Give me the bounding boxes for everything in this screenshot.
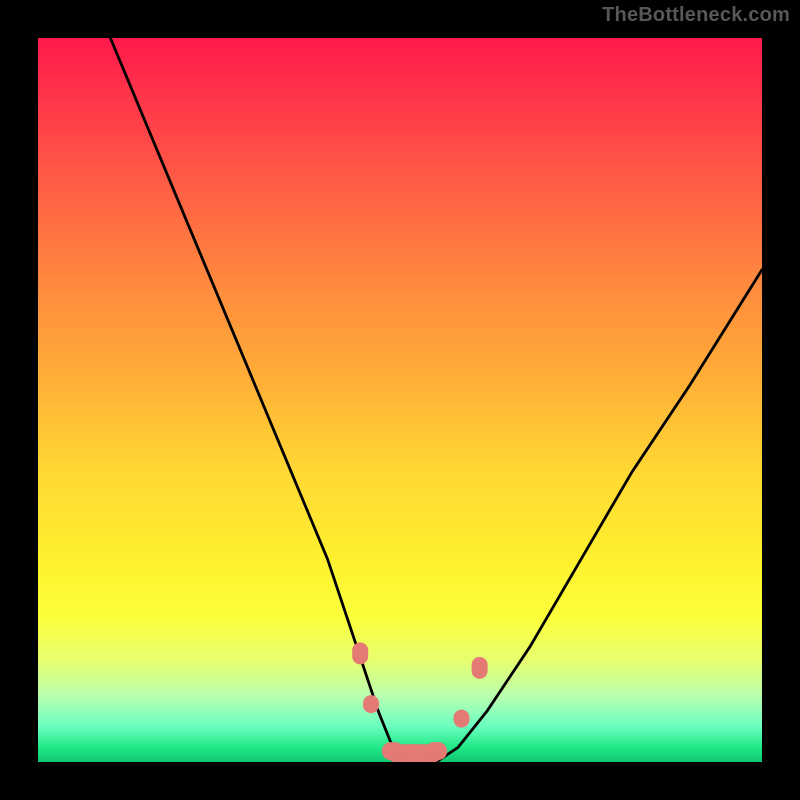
marker-dot bbox=[454, 710, 470, 728]
marker-dot bbox=[404, 744, 426, 762]
curve-path bbox=[110, 38, 762, 762]
marker-dot bbox=[382, 742, 404, 760]
marker-dot bbox=[472, 657, 488, 679]
marker-dot bbox=[425, 742, 447, 760]
marker-dot bbox=[363, 695, 379, 713]
marker-dot bbox=[352, 642, 368, 664]
outer-frame: TheBottleneck.com bbox=[0, 0, 800, 800]
chart-svg bbox=[38, 38, 762, 762]
marker-cluster bbox=[352, 642, 487, 762]
plot-area bbox=[38, 38, 762, 762]
line-series bbox=[110, 38, 762, 762]
watermark-text: TheBottleneck.com bbox=[602, 4, 790, 27]
